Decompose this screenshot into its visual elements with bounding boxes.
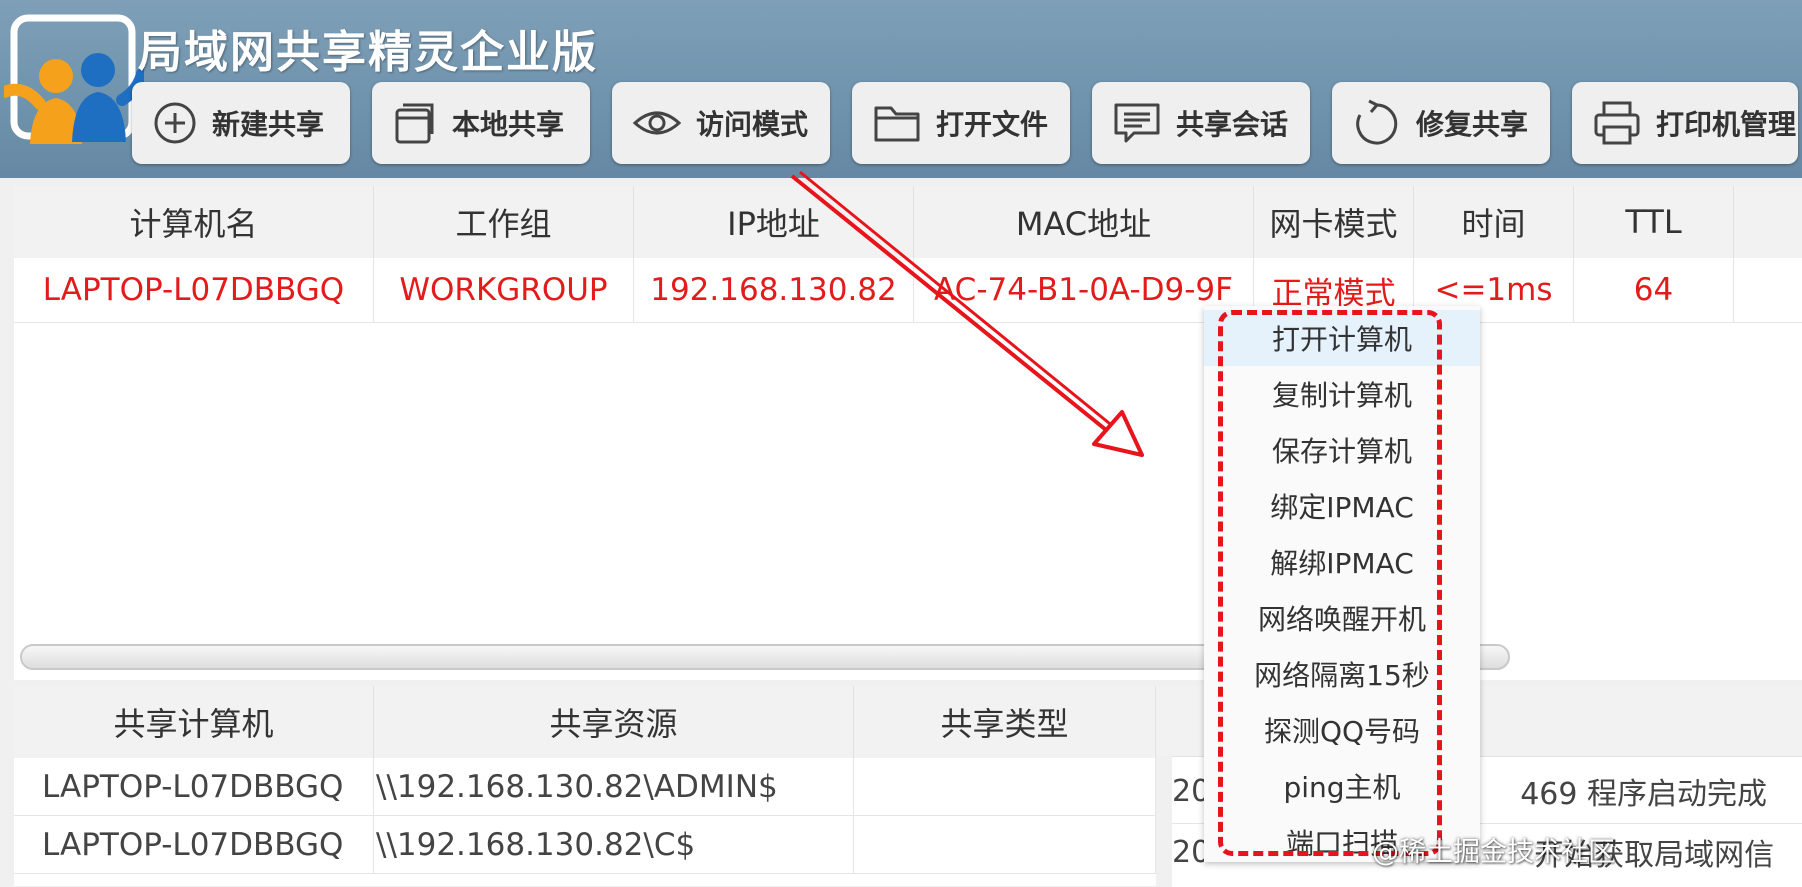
col-mac[interactable]: MAC地址 <box>914 186 1254 258</box>
cell-ttl: 64 <box>1574 258 1734 322</box>
printer-manage-button[interactable]: 打印机管理 <box>1572 82 1798 164</box>
cell-share-type[interactable] <box>854 758 1156 816</box>
computer-list-header: 计算机名 工作组 IP地址 MAC地址 网卡模式 时间 TTL <box>14 186 1802 258</box>
highlight-outline <box>1218 310 1442 856</box>
repair-share-label: 修复共享 <box>1416 108 1529 141</box>
cell-workgroup: WORKGROUP <box>374 258 634 322</box>
col-nic-mode[interactable]: 网卡模式 <box>1254 186 1414 258</box>
cell-share-computer[interactable]: LAPTOP-L07DBBGQ <box>14 758 374 816</box>
cell-share-resource[interactable]: \\192.168.130.82\ADMIN$ <box>374 758 854 816</box>
printer-icon <box>1594 101 1640 145</box>
local-share-button[interactable]: 本地共享 <box>372 82 590 164</box>
cell-mac: AC-74-B1-0A-D9-9F <box>914 258 1254 322</box>
app-title: 局域网共享精灵企业版 <box>138 27 598 78</box>
col-share-type[interactable]: 共享类型 <box>854 686 1156 758</box>
table-row[interactable]: LAPTOP-L07DBBGQ WORKGROUP 192.168.130.82… <box>14 258 1802 323</box>
eye-icon <box>632 111 682 135</box>
cell-computer-name: LAPTOP-L07DBBGQ <box>14 258 374 322</box>
col-time[interactable]: 时间 <box>1414 186 1574 258</box>
new-share-label: 新建共享 <box>212 108 325 141</box>
folder-icon <box>874 106 920 142</box>
watermark: @稀土掘金技术社区 <box>1372 837 1615 868</box>
app-logo <box>4 14 144 144</box>
share-list: 共享计算机 共享资源 共享类型 LAPTOP-L07DBBGQ \\192.16… <box>14 686 1156 886</box>
printer-manage-label: 打印机管理 <box>1656 108 1797 141</box>
open-file-button[interactable]: 打开文件 <box>852 82 1070 164</box>
col-workgroup[interactable]: 工作组 <box>374 186 634 258</box>
access-mode-button[interactable]: 访问模式 <box>612 82 830 164</box>
cell-share-type[interactable] <box>854 816 1156 874</box>
col-ip[interactable]: IP地址 <box>634 186 914 258</box>
app-header: 局域网共享精灵企业版 新建共享 本地共享 访问模式 打开文件 共享会话 修复共享… <box>0 0 1802 178</box>
new-share-button[interactable]: 新建共享 <box>132 82 350 164</box>
access-mode-label: 访问模式 <box>696 108 809 141</box>
log-entry-text: 469 程序启动完成 <box>1520 777 1767 812</box>
cell-ip: 192.168.130.82 <box>634 258 914 322</box>
refresh-icon <box>1356 99 1398 145</box>
local-share-label: 本地共享 <box>452 108 565 141</box>
share-session-button[interactable]: 共享会话 <box>1092 82 1310 164</box>
computer-list: 计算机名 工作组 IP地址 MAC地址 网卡模式 时间 TTL LAPTOP-L… <box>14 186 1802 680</box>
repair-share-button[interactable]: 修复共享 <box>1332 82 1550 164</box>
col-share-computer[interactable]: 共享计算机 <box>14 686 374 758</box>
share-session-label: 共享会话 <box>1176 108 1289 141</box>
col-ttl[interactable]: TTL <box>1574 186 1734 258</box>
cell-share-resource[interactable]: \\192.168.130.82\C$ <box>374 816 854 874</box>
open-file-label: 打开文件 <box>936 108 1049 141</box>
plus-circle-icon <box>154 102 196 144</box>
col-computer-name[interactable]: 计算机名 <box>14 186 374 258</box>
cell-share-computer[interactable]: LAPTOP-L07DBBGQ <box>14 816 374 874</box>
col-share-resource[interactable]: 共享资源 <box>374 686 854 758</box>
chat-bubble-icon <box>1114 103 1160 143</box>
window-stack-icon <box>395 103 434 144</box>
